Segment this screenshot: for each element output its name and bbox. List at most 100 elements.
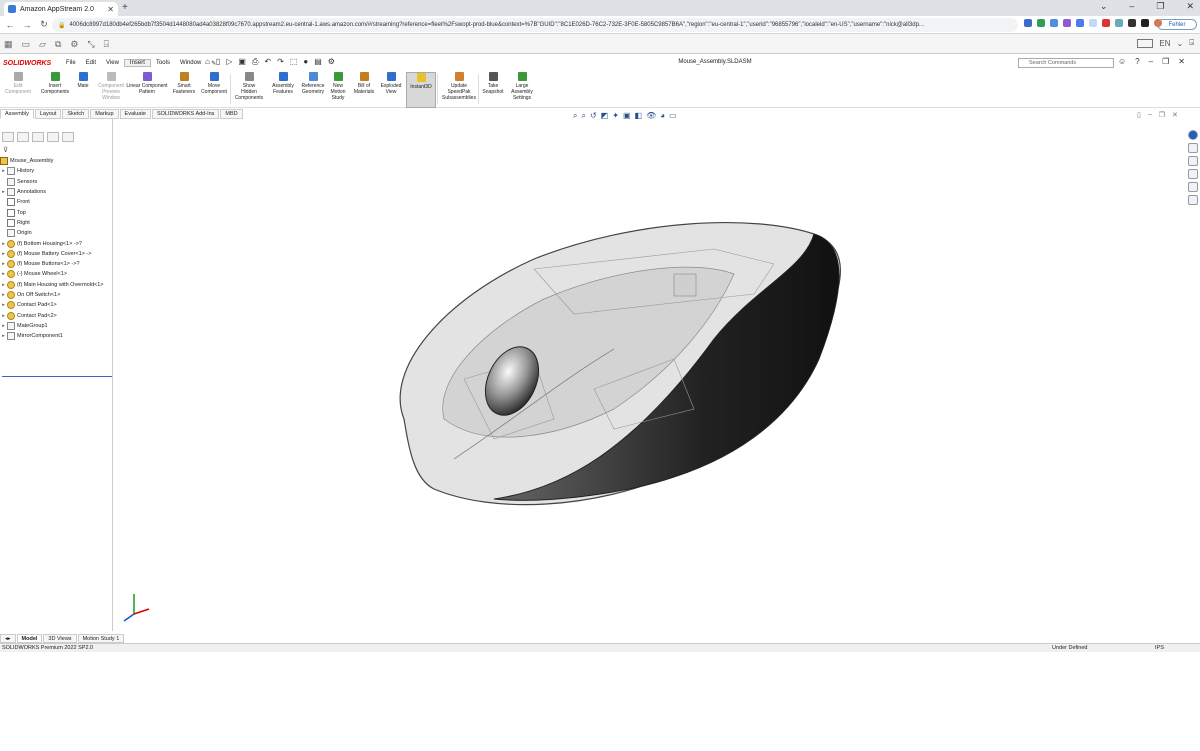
tab-sketch[interactable]: Sketch — [62, 109, 90, 119]
feature-manager-scrollbar[interactable] — [0, 745, 113, 751]
expand-icon[interactable]: ▸ — [0, 166, 7, 176]
tree-item[interactable]: Top — [0, 207, 113, 217]
bottom-tab-model[interactable]: Model — [16, 634, 43, 643]
feature-tree-tab-icon[interactable] — [2, 132, 14, 142]
new-document-icon[interactable]: ▯ — [216, 57, 220, 67]
tree-item[interactable]: Front — [0, 197, 113, 207]
tree-item[interactable]: ▸ (-) Mouse Wheel<1> — [0, 269, 113, 279]
tree-item[interactable]: ▸ MirrorComponent1 — [0, 331, 113, 341]
display-manager-tab-icon[interactable] — [62, 132, 74, 142]
menu-file[interactable]: File — [61, 60, 81, 66]
user-menu-icon[interactable]: ⍈ — [1189, 38, 1194, 48]
ribbon-button[interactable]: Linear Component Pattern — [124, 72, 170, 95]
custom-properties-icon[interactable] — [1188, 195, 1198, 205]
configuration-manager-tab-icon[interactable] — [32, 132, 44, 142]
expand-icon[interactable]: ▸ — [0, 321, 7, 331]
url-input[interactable]: 🔒 4006dc8997d180db4ef265bdb7f3504d144808… — [52, 18, 1018, 32]
hide-show-icon[interactable]: 👁 — [646, 111, 656, 121]
tab-scroll-icon[interactable]: ◂▸ — [0, 634, 16, 643]
extension-icon[interactable] — [1063, 19, 1071, 27]
tab-markup[interactable]: Markup — [90, 109, 119, 119]
search-commands-input[interactable]: Search Commands — [1018, 58, 1114, 68]
close-window-icon[interactable]: ✕ — [1186, 1, 1194, 12]
scene-icon[interactable]: ▭ — [669, 111, 677, 121]
extension-icon[interactable] — [1115, 19, 1123, 27]
forward-icon[interactable]: → — [20, 20, 34, 30]
dimxpert-tab-icon[interactable] — [47, 132, 59, 142]
language-label[interactable]: EN — [1159, 39, 1170, 48]
appearances-icon[interactable] — [1188, 182, 1198, 192]
expand-icon[interactable]: ▸ — [0, 269, 7, 279]
tree-item[interactable]: ▸ Contact Pad<1> — [0, 300, 113, 310]
close-icon[interactable]: ✕ — [1178, 57, 1185, 66]
property-manager-tab-icon[interactable] — [17, 132, 29, 142]
tree-item[interactable]: ▸ (f) Bottom Housing<1> ->? — [0, 238, 113, 248]
expand-icon[interactable]: ▸ — [0, 331, 7, 341]
close-tab-icon[interactable]: ✕ — [107, 5, 114, 14]
tree-root[interactable]: Mouse_Assembly — [0, 156, 113, 166]
ribbon-button[interactable]: Move Component — [198, 72, 230, 95]
menu-insert[interactable]: Insert — [123, 59, 151, 67]
profile-error-button[interactable]: Fehler — [1157, 19, 1197, 30]
ribbon-button[interactable]: Show Hidden Components — [233, 72, 265, 101]
section-view-icon[interactable]: ◩ — [601, 111, 609, 121]
folder-icon[interactable]: ▱ — [39, 39, 46, 50]
expand-icon[interactable]: ▸ — [0, 280, 7, 290]
apps-icon[interactable]: ▦ — [4, 39, 13, 50]
ribbon-button[interactable]: Large Assembly Settings — [508, 72, 536, 101]
expand-icon[interactable]: ▸ — [0, 311, 7, 321]
ribbon-button[interactable]: Reference Geometry — [300, 72, 326, 95]
back-icon[interactable]: ← — [3, 20, 17, 30]
solidworks-logo[interactable]: SOLIDWORKS — [3, 60, 61, 67]
tree-item[interactable]: ▸ (f) Main Housing with Overmold<1> — [0, 280, 113, 290]
tree-item[interactable]: ▸ MateGroup1 — [0, 321, 113, 331]
extension-icon[interactable] — [1089, 19, 1097, 27]
ribbon-button[interactable]: Instant3D — [406, 72, 436, 108]
zoom-area-icon[interactable]: ⌕ — [581, 111, 585, 121]
view-palette-icon[interactable] — [1188, 169, 1198, 179]
extension-icon[interactable] — [1050, 19, 1058, 27]
reload-icon[interactable]: ↻ — [37, 19, 51, 30]
rebuild-icon[interactable]: ● — [303, 57, 308, 67]
extension-icon[interactable] — [1076, 19, 1084, 27]
copy-icon[interactable]: ⧉ — [55, 39, 61, 50]
file-explorer-icon[interactable] — [1188, 156, 1198, 166]
browser-tab[interactable]: Amazon AppStream 2.0 ✕ — [4, 2, 118, 16]
menu-edit[interactable]: Edit — [81, 60, 101, 66]
file-properties-icon[interactable]: ▤ — [314, 57, 322, 67]
settings-icon[interactable]: ⚙ — [70, 39, 78, 50]
rollback-bar[interactable] — [2, 376, 112, 377]
chevron-down-icon[interactable]: ⌄ — [1176, 39, 1183, 48]
zoom-fit-icon[interactable]: ⌕ — [573, 111, 577, 121]
keyboard-icon[interactable] — [1137, 38, 1154, 48]
windows-icon[interactable]: ▭ — [22, 39, 31, 50]
select-icon[interactable]: ⬚ — [290, 57, 298, 67]
expand-icon[interactable]: ▸ — [0, 290, 7, 300]
menu-tools[interactable]: Tools — [151, 60, 175, 66]
user-icon[interactable]: ☺ — [1118, 57, 1126, 66]
extension-icon[interactable] — [1037, 19, 1045, 27]
open-icon[interactable]: ▷ — [226, 57, 232, 67]
bottom-tab-motion-study-1[interactable]: Motion Study 1 — [77, 634, 125, 643]
tree-item[interactable]: ▸ Contact Pad<2> — [0, 310, 113, 320]
expand-icon[interactable]: ▸ — [0, 300, 7, 310]
mouse-3d-model[interactable] — [114, 119, 1186, 631]
sidepanel-icon[interactable] — [1141, 19, 1149, 27]
restore-icon[interactable]: ❐ — [1162, 57, 1169, 66]
ribbon-button[interactable]: Edit Component — [4, 72, 32, 95]
minimize-icon[interactable]: – — [1148, 111, 1152, 119]
ribbon-button[interactable]: Component Preview Window — [98, 72, 124, 101]
puzzle-icon[interactable] — [1128, 19, 1136, 27]
ribbon-button[interactable]: Exploded View — [378, 72, 404, 95]
ribbon-button[interactable]: Insert Components — [40, 72, 70, 95]
expand-icon[interactable]: ▸ — [0, 259, 7, 269]
viewport-icon[interactable]: ▯ — [1137, 111, 1141, 119]
menu-view[interactable]: View — [101, 60, 124, 66]
options-icon[interactable]: ⚙ — [328, 57, 335, 67]
fullscreen-icon[interactable]: ⤡ — [87, 39, 94, 50]
new-tab-icon[interactable]: + — [122, 2, 128, 13]
extension-icon[interactable] — [1024, 19, 1032, 27]
tree-item[interactable]: ▸ History — [0, 166, 113, 176]
ribbon-button[interactable]: New Motion Study — [327, 72, 349, 101]
graphics-area[interactable] — [114, 119, 1186, 631]
